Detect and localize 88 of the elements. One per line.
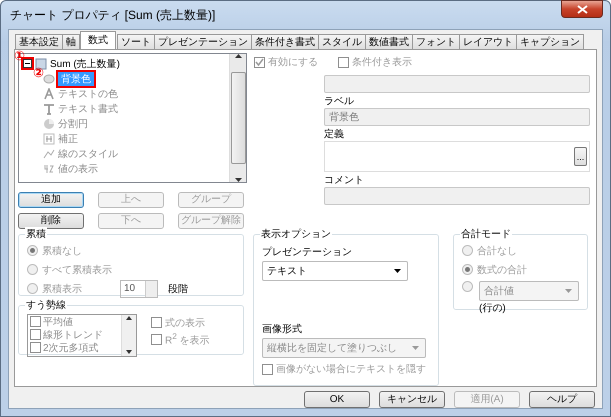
scrollbar-thumb[interactable]	[230, 72, 246, 164]
radio-label: すべて累積表示	[42, 264, 112, 276]
caret-icon	[565, 289, 572, 293]
radio-label: 累積表示	[42, 282, 82, 296]
radio-button[interactable]	[27, 264, 38, 275]
tree-item[interactable]: 値の表示	[58, 162, 98, 176]
tree-item[interactable]: Sum (売上数量)	[50, 56, 120, 70]
radio-label: 合計なし	[477, 244, 517, 258]
checkbox-label: 有効にする	[268, 56, 318, 69]
tree-button[interactable]: 削除	[18, 213, 84, 229]
collapse-toggle[interactable]	[23, 59, 32, 68]
tab[interactable]: 基本設定	[15, 34, 63, 49]
radio-label: 累積なし	[42, 244, 82, 258]
radio-label: 数式の合計	[477, 264, 527, 276]
tab[interactable]: スタイル	[318, 34, 366, 49]
list-item-label: 線形トレンド	[43, 328, 103, 342]
tab[interactable]: フォント	[412, 34, 460, 49]
dialog-button[interactable]: ヘルプ	[529, 391, 595, 408]
checkbox-label: 画像がない場合にテキストを隠す	[276, 362, 426, 376]
close-icon	[576, 4, 588, 14]
scroll-down-icon[interactable]	[126, 349, 132, 356]
letter-t-icon	[43, 102, 55, 114]
table-icon	[35, 58, 47, 70]
presentation-dropdown[interactable]: テキスト	[262, 261, 408, 281]
checkbox-label: 式の表示	[165, 316, 205, 330]
checkbox[interactable]	[30, 329, 41, 340]
tree-item[interactable]: 線のスタイル	[58, 146, 118, 160]
checkbox[interactable]	[151, 317, 162, 328]
list-item-label: 2次元多項式	[43, 342, 99, 354]
caret-icon	[412, 346, 419, 350]
trendline-list[interactable]: 平均値 線形トレンド 2次元多項式	[27, 314, 137, 357]
checkbox[interactable]	[30, 316, 41, 327]
tree-item[interactable]: 分割円	[58, 116, 88, 130]
scroll-up-icon[interactable]	[234, 54, 242, 58]
radio-button[interactable]	[462, 245, 473, 256]
tab[interactable]: 条件付き書式	[251, 34, 319, 49]
field-label: ラベル	[324, 95, 355, 108]
annotation-number: ②	[33, 65, 44, 81]
scroll-up-icon[interactable]	[126, 315, 132, 322]
browse-button[interactable]: ...	[574, 147, 587, 166]
radio-button[interactable]	[462, 264, 473, 275]
scroll-down-icon[interactable]	[234, 178, 242, 182]
group-title: 合計モード	[460, 227, 512, 241]
checkbox[interactable]	[262, 364, 273, 374]
tab[interactable]: プレゼンテーション	[154, 34, 252, 49]
checkbox-label: 条件付き表示	[352, 56, 412, 69]
condition-field[interactable]	[324, 75, 590, 93]
checkbox[interactable]	[30, 342, 41, 353]
field-label: 画像形式	[262, 322, 303, 336]
field-label: コメント	[324, 174, 365, 187]
tab[interactable]: ソート	[117, 34, 155, 49]
radio-button[interactable]	[27, 283, 38, 294]
steps-label: 段階	[168, 282, 188, 296]
definition-field[interactable]: ...	[324, 141, 590, 172]
radio-button[interactable]	[462, 281, 473, 292]
close-button[interactable]	[561, 0, 603, 18]
steps-spinner[interactable]: 10	[120, 280, 158, 298]
tree-item[interactable]: テキスト書式	[58, 102, 118, 116]
list-item-label: 平均値	[43, 316, 73, 328]
tab[interactable]: 数式	[80, 31, 116, 49]
tree-item[interactable]: 補正	[58, 132, 78, 146]
window-title: チャート プロパティ [Sum (売上数量)]	[9, 6, 216, 24]
comment-field[interactable]	[324, 187, 590, 205]
adjust-icon	[43, 132, 55, 144]
checkbox-label: R$^{2}$ を表示	[165, 331, 210, 348]
dialog-button[interactable]: OK	[304, 391, 370, 408]
checkbox[interactable]	[151, 334, 162, 345]
tab[interactable]: キャプション	[516, 34, 584, 49]
group-title: 累積	[25, 227, 47, 241]
pie-icon	[43, 118, 55, 130]
tree-button[interactable]: 追加	[18, 192, 84, 208]
checkbox[interactable]	[338, 56, 349, 68]
label-field[interactable]: 背景色	[324, 108, 590, 126]
tree-item[interactable]: テキストの色	[58, 86, 118, 100]
number-icon	[43, 162, 55, 174]
field-label: 定義	[324, 128, 345, 141]
dropdown-suffix: (行の)	[479, 302, 507, 315]
radio-button[interactable]	[27, 245, 38, 256]
tab[interactable]: レイアウト	[459, 34, 517, 49]
field-label: プレゼンテーション	[262, 246, 353, 259]
group-title: 表示オプション	[260, 227, 332, 241]
caret-icon	[394, 269, 401, 273]
tab[interactable]: 数値書式	[365, 34, 413, 49]
dialog-button[interactable]: キャンセル	[379, 391, 445, 408]
letter-a-icon	[43, 88, 55, 100]
group-title: すう勢線	[25, 298, 67, 312]
line-icon	[43, 148, 55, 160]
tab[interactable]: 軸	[62, 34, 80, 49]
